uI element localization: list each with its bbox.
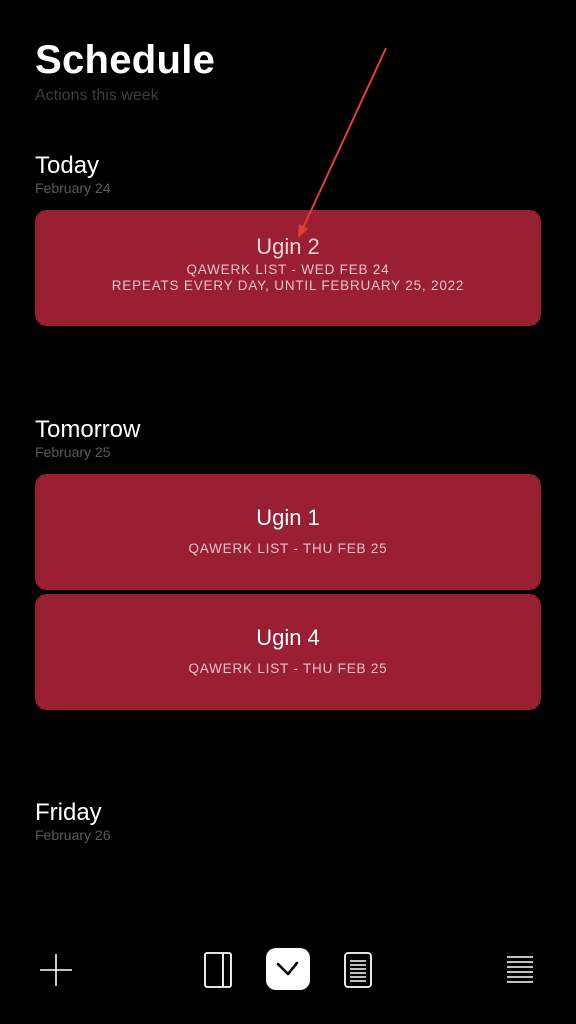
- page-title: Schedule: [35, 38, 216, 82]
- card-meta: QAWERK LIST - THU FEB 25: [188, 541, 388, 556]
- card-meta: QAWERK LIST - WED FEB 24 REPEATS EVERY D…: [35, 262, 541, 294]
- bottom-tab-bar: [0, 940, 576, 1000]
- section-title-tomorrow: Tomorrow: [35, 416, 141, 443]
- section-title-friday: Friday: [35, 799, 102, 826]
- action-card[interactable]: Ugin 4 QAWERK LIST - THU FEB 25: [35, 594, 541, 710]
- plus-icon[interactable]: [36, 950, 76, 990]
- card-title: Ugin 1: [256, 505, 320, 530]
- page-subtitle: Actions this week: [35, 87, 159, 104]
- card-title: Ugin 4: [256, 625, 320, 650]
- section-title-today: Today: [35, 152, 100, 179]
- action-card[interactable]: Ugin 2 QAWERK LIST - WED FEB 24 REPEATS …: [35, 210, 541, 326]
- card-repeat-info: REPEATS EVERY DAY, UNTIL FEBRUARY 25, 20…: [111, 278, 465, 293]
- panel-icon[interactable]: [198, 950, 238, 990]
- section-date-today: February 24: [35, 180, 111, 196]
- card-list-date: QAWERK LIST - WED FEB 24: [186, 262, 390, 277]
- clock-icon[interactable]: [266, 948, 310, 990]
- action-card[interactable]: Ugin 1 QAWERK LIST - THU FEB 25: [35, 474, 541, 590]
- card-meta: QAWERK LIST - THU FEB 25: [188, 661, 388, 676]
- list-document-icon[interactable]: [338, 950, 378, 990]
- card-title: Ugin 2: [256, 234, 320, 259]
- section-date-friday: February 26: [35, 827, 111, 843]
- menu-lines-icon[interactable]: [500, 950, 540, 990]
- section-date-tomorrow: February 25: [35, 444, 111, 460]
